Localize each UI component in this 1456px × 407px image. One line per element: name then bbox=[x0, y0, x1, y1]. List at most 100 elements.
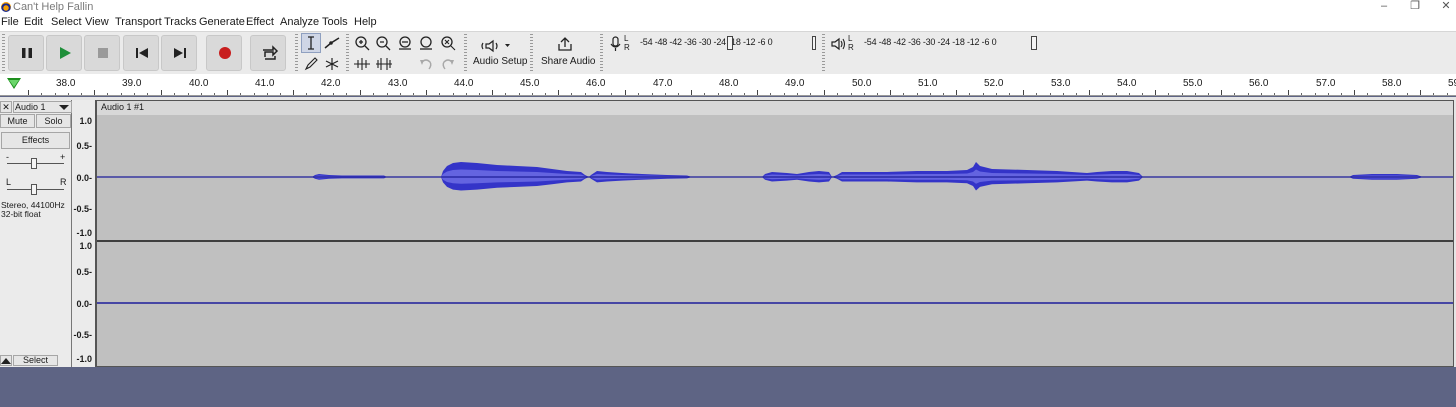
menu-transport[interactable]: Transport bbox=[115, 16, 162, 28]
fit-project-icon bbox=[420, 36, 432, 50]
menu-file[interactable]: File bbox=[1, 16, 19, 28]
pan-slider[interactable] bbox=[31, 184, 37, 195]
menu-generate[interactable]: Generate bbox=[199, 16, 245, 28]
toolbar-grip[interactable] bbox=[295, 34, 298, 72]
ruler-minor-tick bbox=[545, 93, 546, 95]
mute-button[interactable]: Mute bbox=[0, 114, 35, 128]
stop-button[interactable] bbox=[84, 35, 120, 71]
ruler-major-tick bbox=[956, 90, 957, 95]
gain-slider[interactable] bbox=[31, 158, 37, 169]
ruler-major-tick bbox=[1221, 90, 1222, 95]
ruler-minor-tick bbox=[306, 93, 307, 95]
ruler-minor-tick bbox=[1394, 93, 1395, 95]
audio-setup-button[interactable]: Audio Setup bbox=[469, 32, 528, 74]
ruler-label: 53.0 bbox=[1051, 78, 1071, 89]
timeline-ruler[interactable]: 38.0 39.0 40.0 41.0 42.0 43.0 44.0 45.0 46.0 47.0… bbox=[0, 74, 1456, 96]
pan-right-label: R bbox=[60, 177, 67, 187]
fit-selection-button[interactable] bbox=[395, 33, 415, 53]
menu-edit[interactable]: Edit bbox=[24, 16, 43, 28]
ruler-minor-tick bbox=[770, 93, 771, 95]
select-track-button[interactable]: Select bbox=[13, 355, 58, 366]
ruler-minor-tick bbox=[1076, 93, 1077, 95]
waveform-area[interactable]: Audio 1 #1 bbox=[96, 100, 1454, 367]
ruler-minor-tick bbox=[134, 93, 135, 95]
envelope-tool[interactable] bbox=[322, 33, 342, 53]
share-audio-button[interactable]: Share Audio bbox=[536, 32, 596, 74]
menu-help[interactable]: Help bbox=[354, 16, 377, 28]
ruler-minor-tick bbox=[68, 93, 69, 95]
microphone-icon bbox=[610, 36, 621, 51]
play-head-marker-icon[interactable] bbox=[7, 78, 21, 89]
ruler-major-tick bbox=[1420, 90, 1421, 95]
maximize-button[interactable]: ❐ bbox=[1405, 0, 1425, 14]
playback-meter-button[interactable] bbox=[830, 36, 846, 52]
toolbar-grip[interactable] bbox=[530, 34, 533, 72]
toolbar-grip[interactable] bbox=[822, 34, 825, 72]
track-close-button[interactable]: ✕ bbox=[0, 101, 12, 113]
ruler-major-tick bbox=[625, 90, 626, 95]
selection-tool[interactable] bbox=[301, 33, 321, 53]
recording-meter[interactable]: LR -54 -48 -42 -36 -30 -24 -18 -12 -6 0 bbox=[624, 34, 820, 54]
track-name-menu[interactable]: Audio 1 bbox=[13, 101, 72, 113]
pause-button[interactable] bbox=[8, 35, 44, 71]
record-button[interactable] bbox=[206, 35, 242, 71]
collapse-track-button[interactable] bbox=[0, 355, 12, 366]
ruler-major-tick bbox=[1354, 90, 1355, 95]
zoom-toggle-button[interactable] bbox=[438, 33, 458, 53]
ruler-major-tick bbox=[1089, 90, 1090, 95]
silence-audio-button[interactable] bbox=[374, 54, 394, 74]
loop-button[interactable] bbox=[250, 35, 286, 71]
play-button[interactable] bbox=[46, 35, 82, 71]
skip-to-end-button[interactable] bbox=[161, 35, 197, 71]
toolbar-grip[interactable] bbox=[2, 34, 5, 72]
ruler-minor-tick bbox=[837, 93, 838, 95]
zoom-out-icon bbox=[376, 36, 391, 51]
ruler-minor-tick bbox=[718, 93, 719, 95]
menu-view[interactable]: View bbox=[85, 16, 109, 28]
menu-effect[interactable]: Effect bbox=[246, 16, 274, 28]
multi-tool[interactable] bbox=[322, 54, 342, 74]
zoom-out-button[interactable] bbox=[373, 33, 393, 53]
recording-level-slider[interactable] bbox=[727, 36, 733, 50]
ruler-minor-tick bbox=[678, 93, 679, 95]
play-icon bbox=[60, 47, 71, 59]
ruler-minor-tick bbox=[1050, 93, 1051, 95]
menu-select[interactable]: Select bbox=[51, 16, 82, 28]
redo-button[interactable] bbox=[438, 54, 458, 74]
undo-button[interactable] bbox=[416, 54, 436, 74]
fit-project-button[interactable] bbox=[416, 33, 436, 53]
toolbar-grip[interactable] bbox=[346, 34, 349, 72]
trim-audio-button[interactable] bbox=[352, 54, 372, 74]
close-button[interactable]: ✕ bbox=[1436, 0, 1456, 14]
playback-meter[interactable]: LR -54 -48 -42 -36 -30 -24 -18 -12 -6 0 bbox=[848, 34, 1044, 54]
minimize-button[interactable]: – bbox=[1374, 0, 1394, 14]
recording-meter-button[interactable] bbox=[608, 36, 624, 52]
ruler-label: 57.0 bbox=[1316, 78, 1336, 89]
zoom-in-button[interactable] bbox=[352, 33, 372, 53]
ruler-minor-tick bbox=[505, 93, 506, 95]
effects-button[interactable]: Effects bbox=[1, 132, 70, 149]
ruler-label: 41.0 bbox=[255, 78, 275, 89]
waveform-channel-right bbox=[97, 302, 1453, 304]
ruler-major-tick bbox=[890, 90, 891, 95]
empty-track-area[interactable] bbox=[0, 367, 1456, 407]
ruler-minor-tick bbox=[917, 93, 918, 95]
draw-tool[interactable] bbox=[301, 54, 321, 74]
ruler-minor-tick bbox=[373, 93, 374, 95]
ruler-minor-tick bbox=[943, 93, 944, 95]
clip-header[interactable]: Audio 1 #1 bbox=[97, 101, 1453, 115]
ruler-minor-tick bbox=[1234, 93, 1235, 95]
ruler-minor-tick bbox=[55, 93, 56, 95]
toolbar-grip[interactable] bbox=[464, 34, 467, 72]
ruler-major-tick bbox=[94, 90, 95, 95]
menu-tracks[interactable]: Tracks bbox=[164, 16, 197, 28]
menu-tools[interactable]: Tools bbox=[322, 16, 348, 28]
ruler-label: 59 bbox=[1448, 78, 1456, 89]
ruler-minor-tick bbox=[1036, 93, 1037, 95]
solo-button[interactable]: Solo bbox=[36, 114, 71, 128]
menu-analyze[interactable]: Analyze bbox=[280, 16, 319, 28]
envelope-tool-icon bbox=[324, 37, 340, 49]
toolbar-grip[interactable] bbox=[600, 34, 603, 72]
playback-level-slider[interactable] bbox=[1031, 36, 1037, 50]
skip-to-start-button[interactable] bbox=[123, 35, 159, 71]
